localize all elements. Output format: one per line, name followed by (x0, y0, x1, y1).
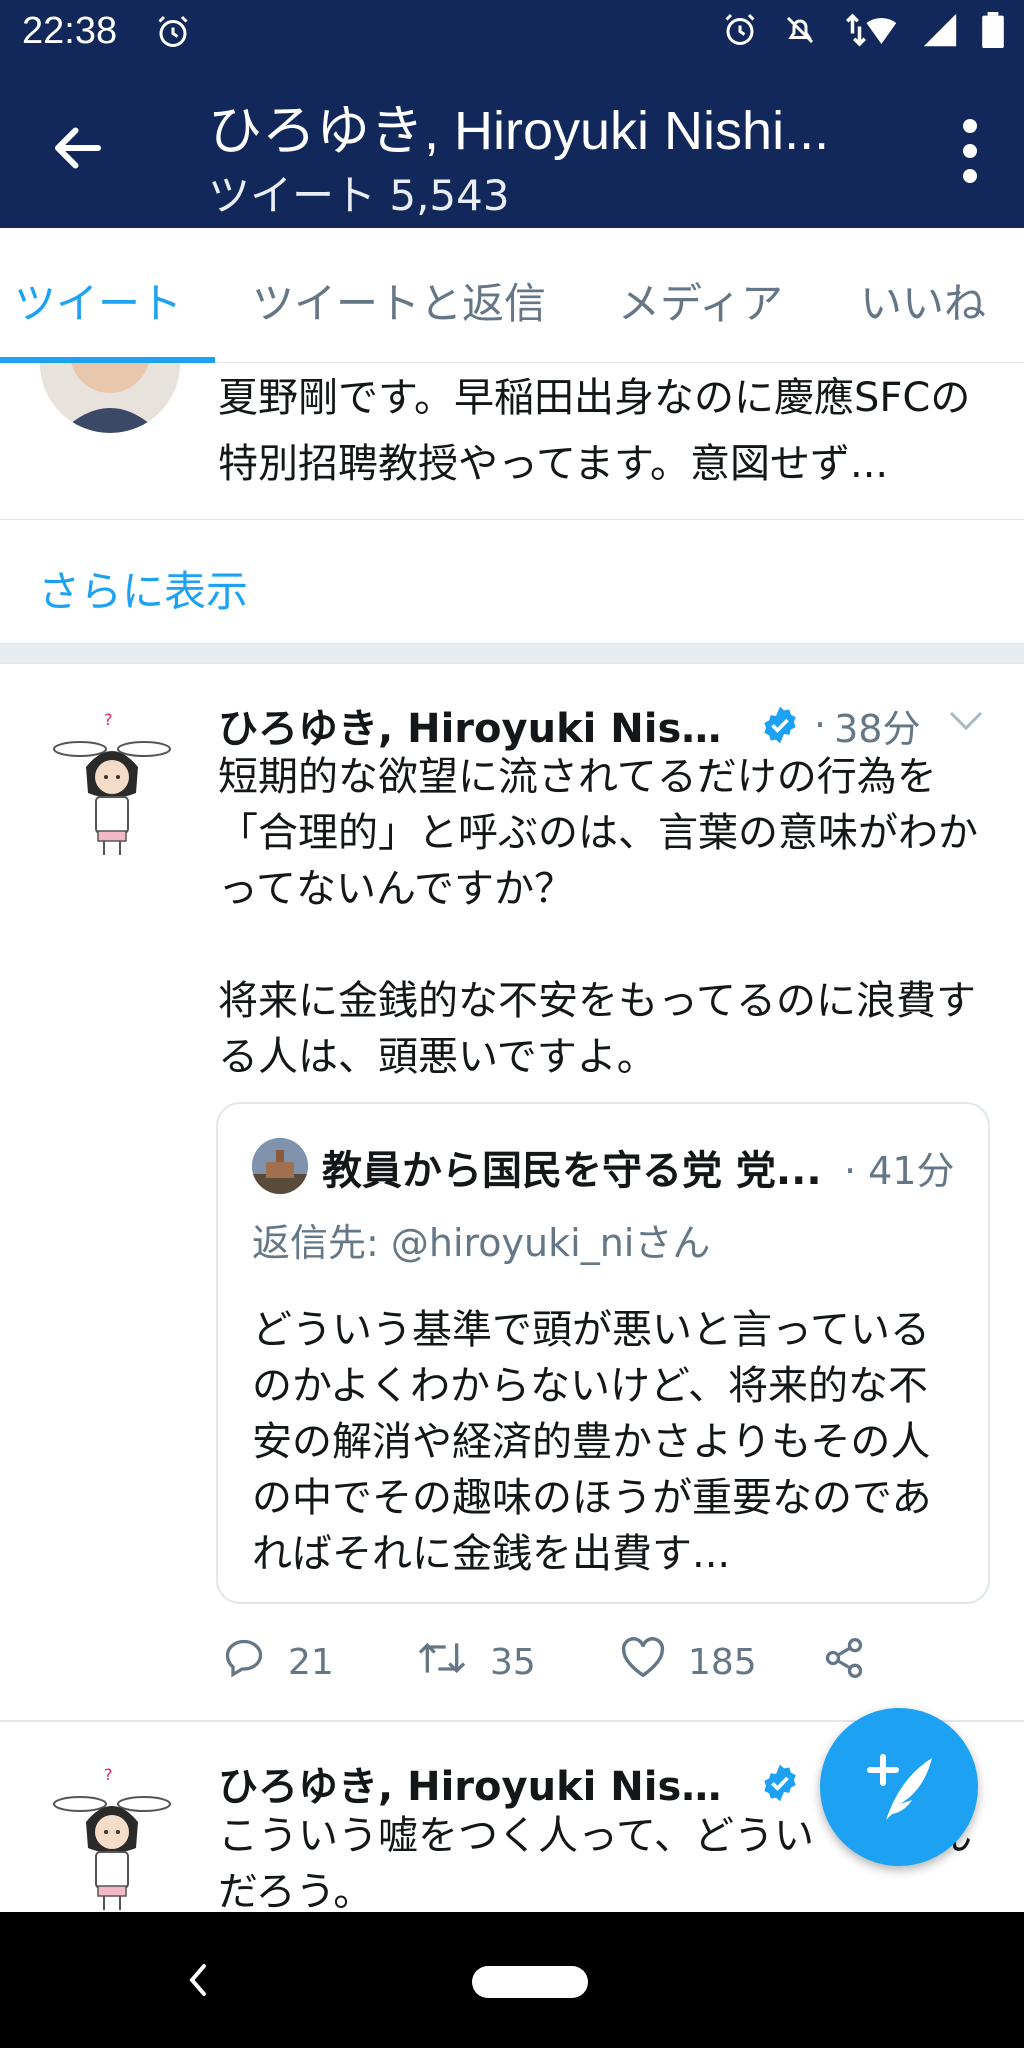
retweet-button[interactable]: 35 (416, 1636, 536, 1689)
status-bar: 22:38 (0, 0, 1024, 68)
reply-icon (222, 1636, 266, 1689)
quoted-avatar[interactable] (252, 1138, 308, 1194)
show-more-link[interactable]: さらに表示 (0, 520, 1024, 644)
profile-tabs: ツイート ツイートと返信 メディア いいね (0, 228, 1024, 363)
tweet-text: 短期的な欲望に流されてるだけの行為を「合理的」と呼ぶのは、言葉の意味がわかってな… (218, 754, 978, 1080)
tab-media[interactable]: メディア (618, 270, 783, 331)
compose-feather-icon (820, 1754, 978, 1870)
app-bar: ひろゆき, Hiroyuki Nishi... ツイート 5,543 (0, 68, 1024, 228)
nav-home-pill[interactable] (472, 1966, 588, 1998)
avatar[interactable]: ? (52, 707, 172, 857)
separator-dot: · (814, 703, 827, 747)
tab-tweets[interactable]: ツイート (14, 270, 182, 331)
clock: 22:38 (22, 10, 118, 52)
retweet-count: 35 (490, 1642, 536, 1683)
verified-badge-icon (760, 1763, 800, 1803)
bell-off-icon (782, 12, 818, 52)
section-gap (0, 644, 1024, 664)
alarm-icon (722, 12, 758, 52)
system-nav-bar (0, 1912, 1024, 2048)
chevron-down-icon[interactable] (948, 709, 984, 733)
author-name[interactable]: ひろゆき, Hiroyuki Nishim... (218, 696, 748, 754)
profile-name-title: ひろゆき, Hiroyuki Nishi... (208, 101, 830, 161)
reply-to-label: 返信先: @hiroyuki_niさん (252, 1221, 711, 1265)
back-arrow-icon[interactable] (48, 118, 108, 178)
tweet-header: ひろゆき, Hiroyuki Nishim... · 38分 (218, 696, 920, 754)
verified-badge-icon (760, 705, 800, 745)
battery-icon (982, 12, 1004, 52)
retweet-icon (416, 1636, 468, 1689)
quoted-author-name: 教員から国民を守る党 党... (322, 1148, 822, 1194)
tweet-actions: 21 35 185 (218, 1636, 918, 1692)
tweet-count: ツイート 5,543 (208, 171, 510, 220)
quoted-tweet[interactable]: 教員から国民を守る党 党... · 41分 返信先: @hiroyuki_niさ… (216, 1102, 990, 1604)
tweet-text: 夏野剛です。早稲田出身なのに慶應SFCの特別招聘教授やってます。意図せず... (218, 375, 971, 487)
reply-button[interactable]: 21 (222, 1636, 334, 1689)
wifi-icon (842, 12, 898, 52)
quoted-tweet-text: どういう基準で頭が悪いと言っているのかよくわからないけど、将来的な不安の解消や経… (252, 1307, 932, 1577)
quoted-tweet-time: · 41分 (844, 1149, 955, 1193)
like-button[interactable]: 185 (620, 1636, 757, 1689)
author-name[interactable]: ひろゆき, Hiroyuki Nishim... (218, 1754, 748, 1812)
tweet-header: ひろゆき, Hiroyuki Nishim... (218, 1754, 800, 1812)
avatar[interactable]: ? (52, 1762, 172, 1912)
svg-text:?: ? (104, 1765, 113, 1784)
share-icon (822, 1636, 866, 1689)
like-count: 185 (688, 1642, 757, 1683)
svg-text:?: ? (104, 710, 113, 729)
tweet-time[interactable]: 38分 (834, 698, 920, 753)
share-button[interactable] (822, 1636, 866, 1689)
signal-icon (922, 12, 958, 52)
more-options-icon[interactable] (958, 116, 982, 186)
nav-back-icon[interactable] (186, 1960, 210, 2000)
reply-count: 21 (288, 1642, 334, 1683)
tab-likes[interactable]: いいね (860, 270, 986, 331)
avatar[interactable] (40, 363, 180, 433)
compose-tweet-button[interactable] (820, 1708, 978, 1866)
heart-icon (620, 1636, 666, 1689)
partial-tweet[interactable]: 夏野剛です。早稲田出身なのに慶應SFCの特別招聘教授やってます。意図せず... (0, 363, 1024, 520)
tab-tweets-and-replies[interactable]: ツイートと返信 (252, 270, 546, 331)
alarm-icon (155, 14, 191, 54)
show-more-label[interactable]: さらに表示 (38, 558, 248, 619)
quoted-time-value: 41分 (868, 1149, 955, 1193)
